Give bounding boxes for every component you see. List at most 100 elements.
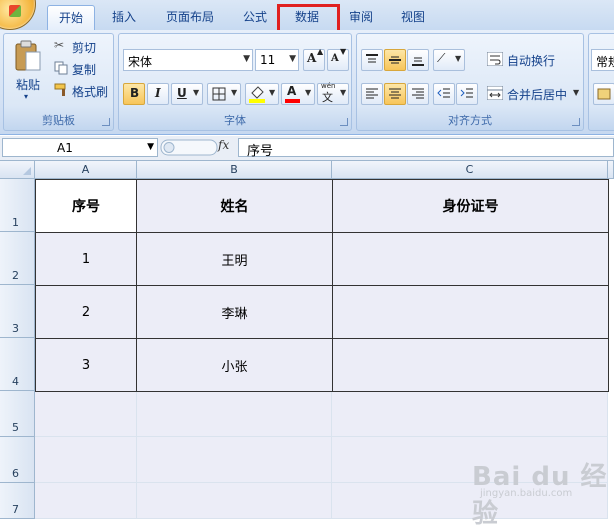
alignment-dialog-launcher-icon[interactable] <box>572 118 580 126</box>
align-right-button[interactable] <box>407 83 429 105</box>
align-left-icon <box>366 88 378 99</box>
tab-page-layout[interactable]: 页面布局 <box>160 5 220 29</box>
wrap-text-button[interactable]: 自动换行 <box>485 48 581 70</box>
cut-button[interactable]: ✂ 剪切 <box>52 36 112 56</box>
merge-center-button[interactable]: 合并后居中 ▼ <box>485 82 581 104</box>
wrap-text-label: 自动换行 <box>507 54 556 68</box>
name-box[interactable]: A1 ▼ <box>2 138 158 157</box>
empty-cell[interactable] <box>137 392 332 437</box>
increase-indent-icon <box>460 88 473 98</box>
font-color-button[interactable]: A ▼ <box>281 83 315 105</box>
grow-font-button[interactable]: A ▲ <box>303 47 325 71</box>
formula-input[interactable]: 序号 <box>238 138 614 159</box>
accounting-format-button[interactable] <box>593 83 614 105</box>
empty-cell[interactable] <box>35 392 137 437</box>
row-header-1[interactable]: 1 <box>0 179 35 232</box>
orientation-icon: ⟋ <box>437 51 446 65</box>
underline-button[interactable]: U ▼ <box>171 83 203 105</box>
column-header-c[interactable]: C <box>332 161 608 179</box>
borders-icon <box>212 87 226 101</box>
tab-review[interactable]: 审阅 <box>342 5 380 29</box>
align-left-button[interactable] <box>361 83 383 105</box>
clipboard-dialog-launcher-icon[interactable] <box>102 118 110 126</box>
name-box-value: A1 <box>57 141 73 155</box>
row-header-5[interactable]: 5 <box>0 391 35 437</box>
office-button[interactable] <box>0 0 36 30</box>
chevron-down-icon: ▼ <box>340 88 347 97</box>
font-size-value: 11 <box>260 53 276 67</box>
empty-cell[interactable] <box>35 483 137 519</box>
fill-color-button[interactable]: ▼ <box>245 83 279 105</box>
row-header-2[interactable]: 2 <box>0 232 35 285</box>
tab-formulas[interactable]: 公式 <box>236 5 274 29</box>
table-cell[interactable]: 2 <box>35 285 137 339</box>
align-bottom-button[interactable] <box>407 49 429 71</box>
underline-icon: U <box>177 86 187 100</box>
office-logo-icon <box>9 5 21 17</box>
table-header-cell[interactable]: 姓名 <box>136 179 333 233</box>
column-header-b[interactable]: B <box>137 161 332 179</box>
row-header-3[interactable]: 3 <box>0 285 35 338</box>
empty-cell[interactable] <box>35 437 137 483</box>
table-cell[interactable]: 王明 <box>136 232 333 286</box>
tab-insert[interactable]: 插入 <box>104 5 144 29</box>
table-header-cell[interactable]: 序号 <box>35 179 137 233</box>
format-painter-button[interactable]: 格式刷 <box>52 80 112 100</box>
phonetic-guide-button[interactable]: wén 文 ▼ <box>317 82 349 105</box>
table-cell[interactable]: 小张 <box>136 338 333 392</box>
table-cell[interactable] <box>332 285 609 339</box>
copy-button[interactable]: 复制 <box>52 58 112 78</box>
align-middle-icon <box>389 56 401 64</box>
column-header-d-partial[interactable] <box>608 161 614 179</box>
shrink-font-button[interactable]: A ▼ <box>327 47 349 71</box>
decrease-indent-button[interactable] <box>433 83 455 105</box>
empty-cell[interactable] <box>137 483 332 519</box>
row-header-6[interactable]: 6 <box>0 437 35 483</box>
italic-button[interactable]: I <box>147 83 169 105</box>
copy-label: 复制 <box>72 63 97 77</box>
font-dialog-launcher-icon[interactable] <box>340 118 348 126</box>
phonetic-icon: 文 <box>322 91 333 104</box>
number-format-value: 常规 <box>596 55 614 69</box>
orientation-button[interactable]: ⟋ ▼ <box>433 49 465 71</box>
font-name-value: 宋体 <box>128 55 153 69</box>
alignment-group: ⟋ ▼ 自动换行 合并后居中 ▼ 对齐方式 <box>356 33 584 131</box>
table-cell[interactable] <box>332 338 609 392</box>
tab-home[interactable]: 开始 <box>47 5 95 31</box>
font-name-combo[interactable]: 宋体 ▼ <box>123 49 253 71</box>
tab-view[interactable]: 视图 <box>394 5 432 29</box>
font-group-title: 字体 <box>224 114 246 127</box>
bold-button[interactable]: B <box>123 83 145 105</box>
insert-function-icon[interactable]: fx <box>218 138 229 152</box>
table-header-cell[interactable]: 身份证号 <box>332 179 609 233</box>
baidu-jingyan-watermark: Bai du 经验 jingyan.baidu.com <box>472 450 612 529</box>
chevron-down-icon: ▼ <box>305 88 312 97</box>
borders-button[interactable]: ▼ <box>207 83 241 105</box>
font-group: 宋体 ▼ 11 ▼ A ▲ A ▼ B I U ▼ ▼ ▼ A ▼ wén 文 … <box>118 33 352 131</box>
up-triangle-icon: ▲ <box>317 47 324 56</box>
chevron-down-icon: ▼ <box>289 54 296 64</box>
chevron-down-icon: ▼ <box>269 88 276 97</box>
table-cell[interactable]: 3 <box>35 338 137 392</box>
align-right-icon <box>412 88 424 99</box>
column-header-a[interactable]: A <box>35 161 137 179</box>
table-cell[interactable]: 李琳 <box>136 285 333 339</box>
align-middle-button[interactable] <box>384 49 406 71</box>
row-header-4[interactable]: 4 <box>0 338 35 391</box>
table-cell[interactable]: 1 <box>35 232 137 286</box>
chevron-down-icon: ▼ <box>243 54 250 64</box>
align-top-button[interactable] <box>361 49 383 71</box>
font-color-bar <box>285 99 300 103</box>
down-triangle-icon: ▼ <box>340 47 347 56</box>
increase-indent-button[interactable] <box>456 83 478 105</box>
table-cell[interactable] <box>332 232 609 286</box>
paste-button[interactable]: 粘贴 ▾ <box>8 38 48 112</box>
chevron-down-icon: ▼ <box>231 88 238 97</box>
empty-cell[interactable] <box>137 437 332 483</box>
empty-cell[interactable] <box>332 392 608 437</box>
select-all-corner[interactable] <box>0 161 35 179</box>
font-size-combo[interactable]: 11 ▼ <box>255 49 299 71</box>
row-header-7[interactable]: 7 <box>0 483 35 519</box>
align-center-button[interactable] <box>384 83 406 105</box>
number-format-combo[interactable]: 常规 <box>591 49 614 71</box>
